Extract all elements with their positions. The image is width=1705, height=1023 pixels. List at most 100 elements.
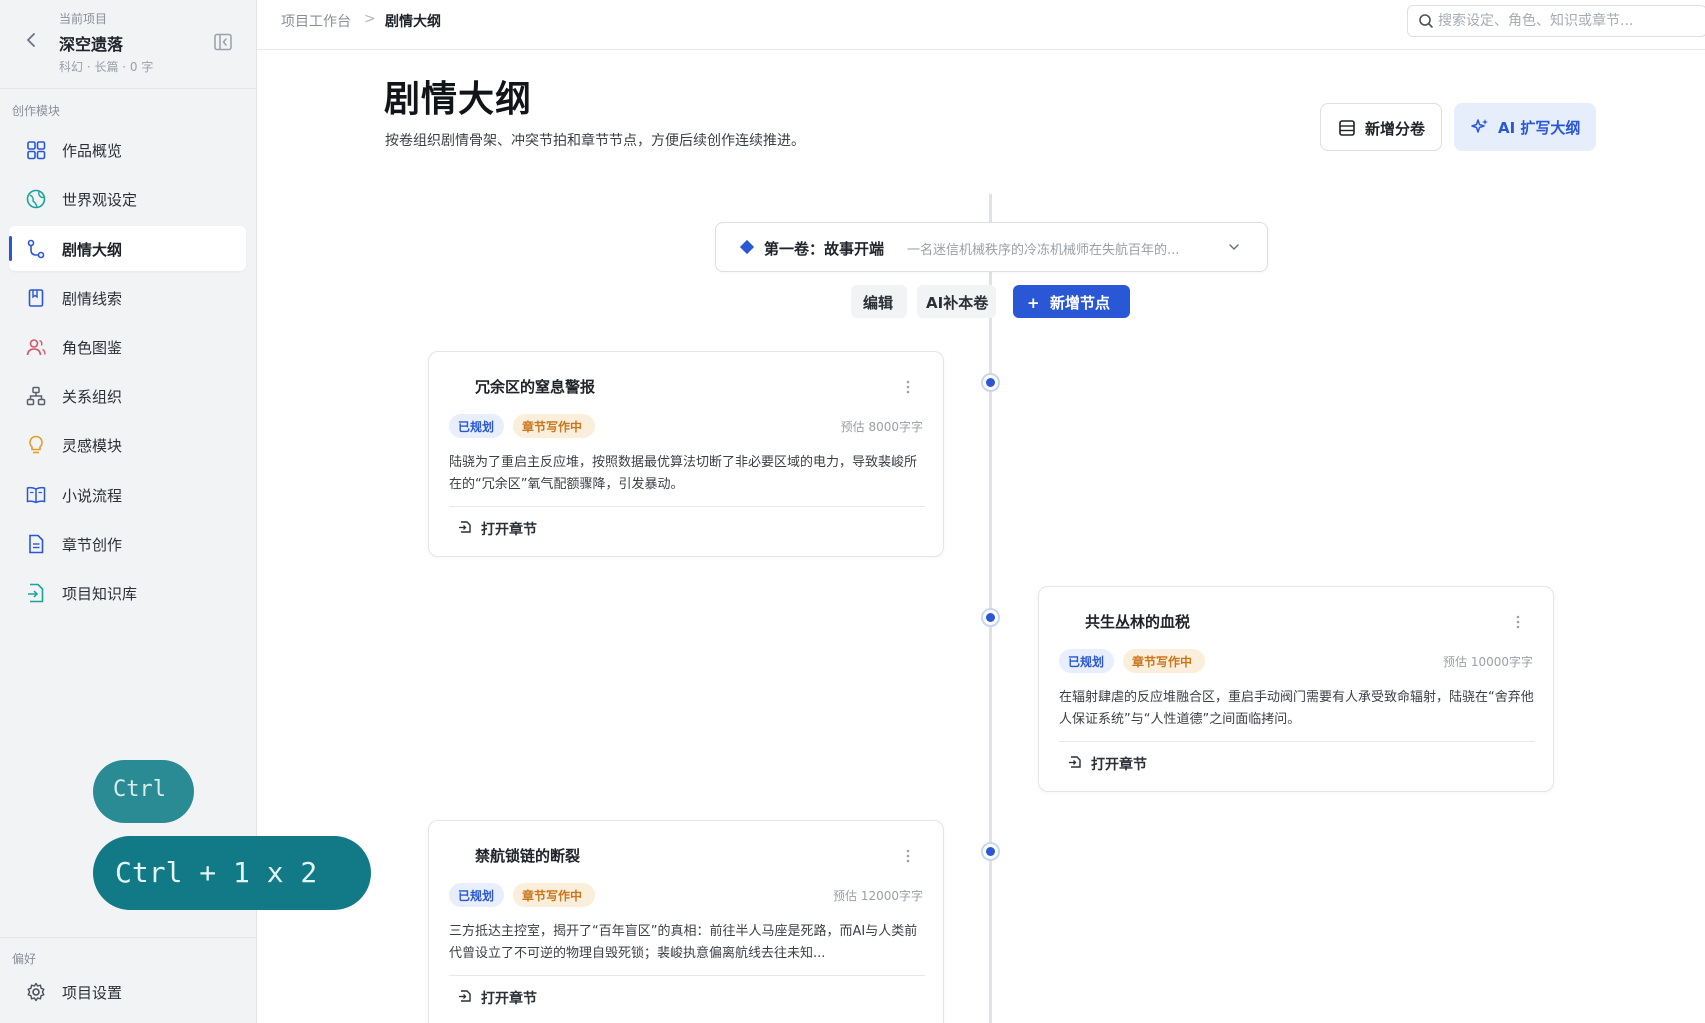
sidebar-item-chapters[interactable]: 章节创作 — [9, 521, 246, 566]
status-badge-writing: 章节写作中 — [1123, 649, 1205, 673]
sidebar-item-settings[interactable]: 项目设置 — [9, 969, 246, 1014]
ai-expand-outline-button[interactable]: AI 扩写大纲 — [1454, 103, 1596, 151]
file-sync-icon — [25, 582, 47, 604]
badge-text: 章节写作中 — [522, 420, 583, 434]
more-vertical-icon[interactable] — [1514, 614, 1522, 630]
node-description: 三方抵达主控室，揭开了“百年盲区”的真相：前往半人马座是死路，而AI与人类前代曾… — [449, 924, 918, 961]
volume-title: 第一卷：故事开端 — [764, 240, 885, 258]
add-node-button[interactable]: + 新增节点 — [1013, 285, 1130, 318]
sidebar-item-label: 项目设置 — [62, 984, 123, 1002]
sidebar-item-label: 角色图鉴 — [62, 339, 123, 357]
project-meta: 科幻 · 长篇 · 0 字 — [59, 60, 154, 74]
sidebar-item-characters[interactable]: 角色图鉴 — [9, 324, 246, 369]
collapse-sidebar-icon[interactable] — [213, 32, 233, 52]
divider — [449, 506, 925, 507]
sidebar-item-label: 剧情大纲 — [62, 241, 123, 259]
open-chapter-link[interactable]: 打开章节 — [1091, 754, 1147, 774]
ai-fill-volume-button[interactable]: AI补本卷 — [917, 285, 996, 318]
edit-volume-button[interactable]: 编辑 — [851, 285, 907, 318]
open-chapter-link[interactable]: 打开章节 — [481, 519, 537, 539]
node-title: 共生丛林的血税 — [1085, 613, 1191, 631]
key-combo-overlay: Ctrl + 1 x 2 — [93, 836, 371, 910]
status-badge-writing: 章节写作中 — [513, 883, 595, 907]
sidebar-item-label: 作品概览 — [62, 142, 123, 160]
pref-section-label: 偏好 — [12, 952, 37, 966]
word-estimate: 预估 8000字字 — [840, 420, 923, 434]
more-vertical-icon[interactable] — [904, 848, 912, 864]
sidebar-item-label: 灵感模块 — [62, 437, 123, 455]
page-subtitle: 按卷组织剧情骨架、冲突节拍和章节节点，方便后续创作连续推进。 — [385, 133, 805, 149]
chevron-down-icon[interactable] — [1226, 239, 1242, 255]
edit-label: 编辑 — [863, 294, 894, 312]
badge-text: 已规划 — [458, 420, 495, 434]
org-icon — [25, 385, 47, 407]
book-open-icon — [25, 484, 47, 506]
word-estimate: 预估 12000字字 — [833, 889, 923, 903]
bookmark-icon — [25, 287, 47, 309]
key-press-text: Ctrl — [113, 777, 166, 802]
section-label: 创作模块 — [12, 104, 61, 118]
sidebar-item-label: 小说流程 — [62, 487, 123, 505]
status-badge-planned: 已规划 — [449, 414, 504, 438]
volume-selector[interactable]: 第一卷：故事开端 一名迷信机械秩序的冷冻机械师在失航百年的... — [715, 222, 1268, 272]
sidebar-item-label: 章节创作 — [62, 536, 123, 554]
key-press-overlay: Ctrl — [93, 760, 194, 823]
open-chapter-icon — [1067, 754, 1083, 770]
ai-expand-label: AI 扩写大纲 — [1498, 119, 1581, 137]
divider — [449, 975, 925, 976]
timeline-node — [981, 608, 1000, 627]
gear-icon — [25, 981, 47, 1003]
word-estimate: 预估 10000字字 — [1443, 655, 1533, 669]
grid-icon — [25, 139, 47, 161]
sidebar-item-clues[interactable]: 剧情线索 — [9, 275, 246, 320]
badge-text: 已规划 — [458, 889, 495, 903]
divider — [1059, 741, 1535, 742]
search-icon — [1418, 13, 1434, 29]
sidebar-item-label: 项目知识库 — [62, 585, 138, 603]
lightbulb-icon — [25, 434, 47, 456]
badge-text: 已规划 — [1068, 655, 1105, 669]
open-chapter-icon — [457, 988, 473, 1004]
node-title: 禁航锁链的断裂 — [475, 847, 581, 865]
node-description: 陆骁为了重启主反应堆，按照数据最优算法切断了非必要区域的电力，导致裴峻所在的“冗… — [449, 455, 918, 492]
sidebar-item-overview[interactable]: 作品概览 — [9, 127, 246, 172]
sidebar-item-label: 剧情线索 — [62, 290, 123, 308]
sidebar: 当前项目 深空遗落 科幻 · 长篇 · 0 字 创作模块 作品概览 世界观设定 … — [0, 0, 371, 1023]
document-icon — [25, 533, 47, 555]
topbar: 项目工作台 > 剧情大纲 — [257, 0, 1705, 50]
badge-text: 章节写作中 — [1132, 655, 1193, 669]
sidebar-item-worldview[interactable]: 世界观设定 — [9, 176, 246, 221]
sidebar-item-novel-flow[interactable]: 小说流程 — [9, 472, 246, 517]
back-chevron-icon[interactable] — [24, 30, 40, 50]
outline-node-card[interactable]: 冗余区的窒息警报 已规划 章节写作中 预估 8000字字 陆骁为了重启主反应堆，… — [428, 351, 944, 557]
breadcrumb-separator: > — [364, 11, 376, 27]
globe-icon — [25, 188, 47, 210]
add-volume-button[interactable]: 新增分卷 — [1320, 103, 1442, 151]
sidebar-item-knowledge-base[interactable]: 项目知识库 — [9, 570, 246, 615]
outline-node-card[interactable]: 共生丛林的血税 已规划 章节写作中 预估 10000字字 在辐射肆虐的反应堆融合… — [1038, 586, 1554, 792]
outline-node-card[interactable]: 禁航锁链的断裂 已规划 章节写作中 预估 12000字字 三方抵达主控室，揭开了… — [428, 820, 944, 1023]
open-chapter-link[interactable]: 打开章节 — [481, 988, 537, 1008]
status-badge-writing: 章节写作中 — [513, 414, 595, 438]
timeline-node — [981, 373, 1000, 392]
sidebar-item-inspiration[interactable]: 灵感模块 — [9, 422, 246, 467]
search-box[interactable] — [1407, 5, 1705, 37]
more-vertical-icon[interactable] — [904, 379, 912, 395]
project-name: 深空遗落 — [59, 35, 124, 54]
sidebar-item-label: 世界观设定 — [62, 191, 138, 209]
volume-description: 一名迷信机械秩序的冷冻机械师在失航百年的... — [907, 243, 1180, 258]
timeline-node — [981, 842, 1000, 861]
breadcrumb-root[interactable]: 项目工作台 — [281, 11, 351, 31]
node-description: 在辐射肆虐的反应堆融合区，重启手动阀门需要有人承受致命辐射，陆骁在“舍弃他人保证… — [1059, 690, 1534, 727]
project-caption: 当前项目 — [59, 12, 108, 26]
route-icon — [25, 238, 47, 260]
open-chapter-icon — [457, 519, 473, 535]
sidebar-item-label: 关系组织 — [62, 388, 123, 406]
key-combo-text: Ctrl + 1 x 2 — [115, 856, 318, 889]
status-badge-planned: 已规划 — [1059, 649, 1114, 673]
sparkle-icon — [1470, 117, 1490, 137]
sidebar-item-relations[interactable]: 关系组织 — [9, 373, 246, 418]
sidebar-item-outline[interactable]: 剧情大纲 — [9, 226, 246, 271]
status-badge-planned: 已规划 — [449, 883, 504, 907]
search-input[interactable] — [1438, 11, 1698, 31]
